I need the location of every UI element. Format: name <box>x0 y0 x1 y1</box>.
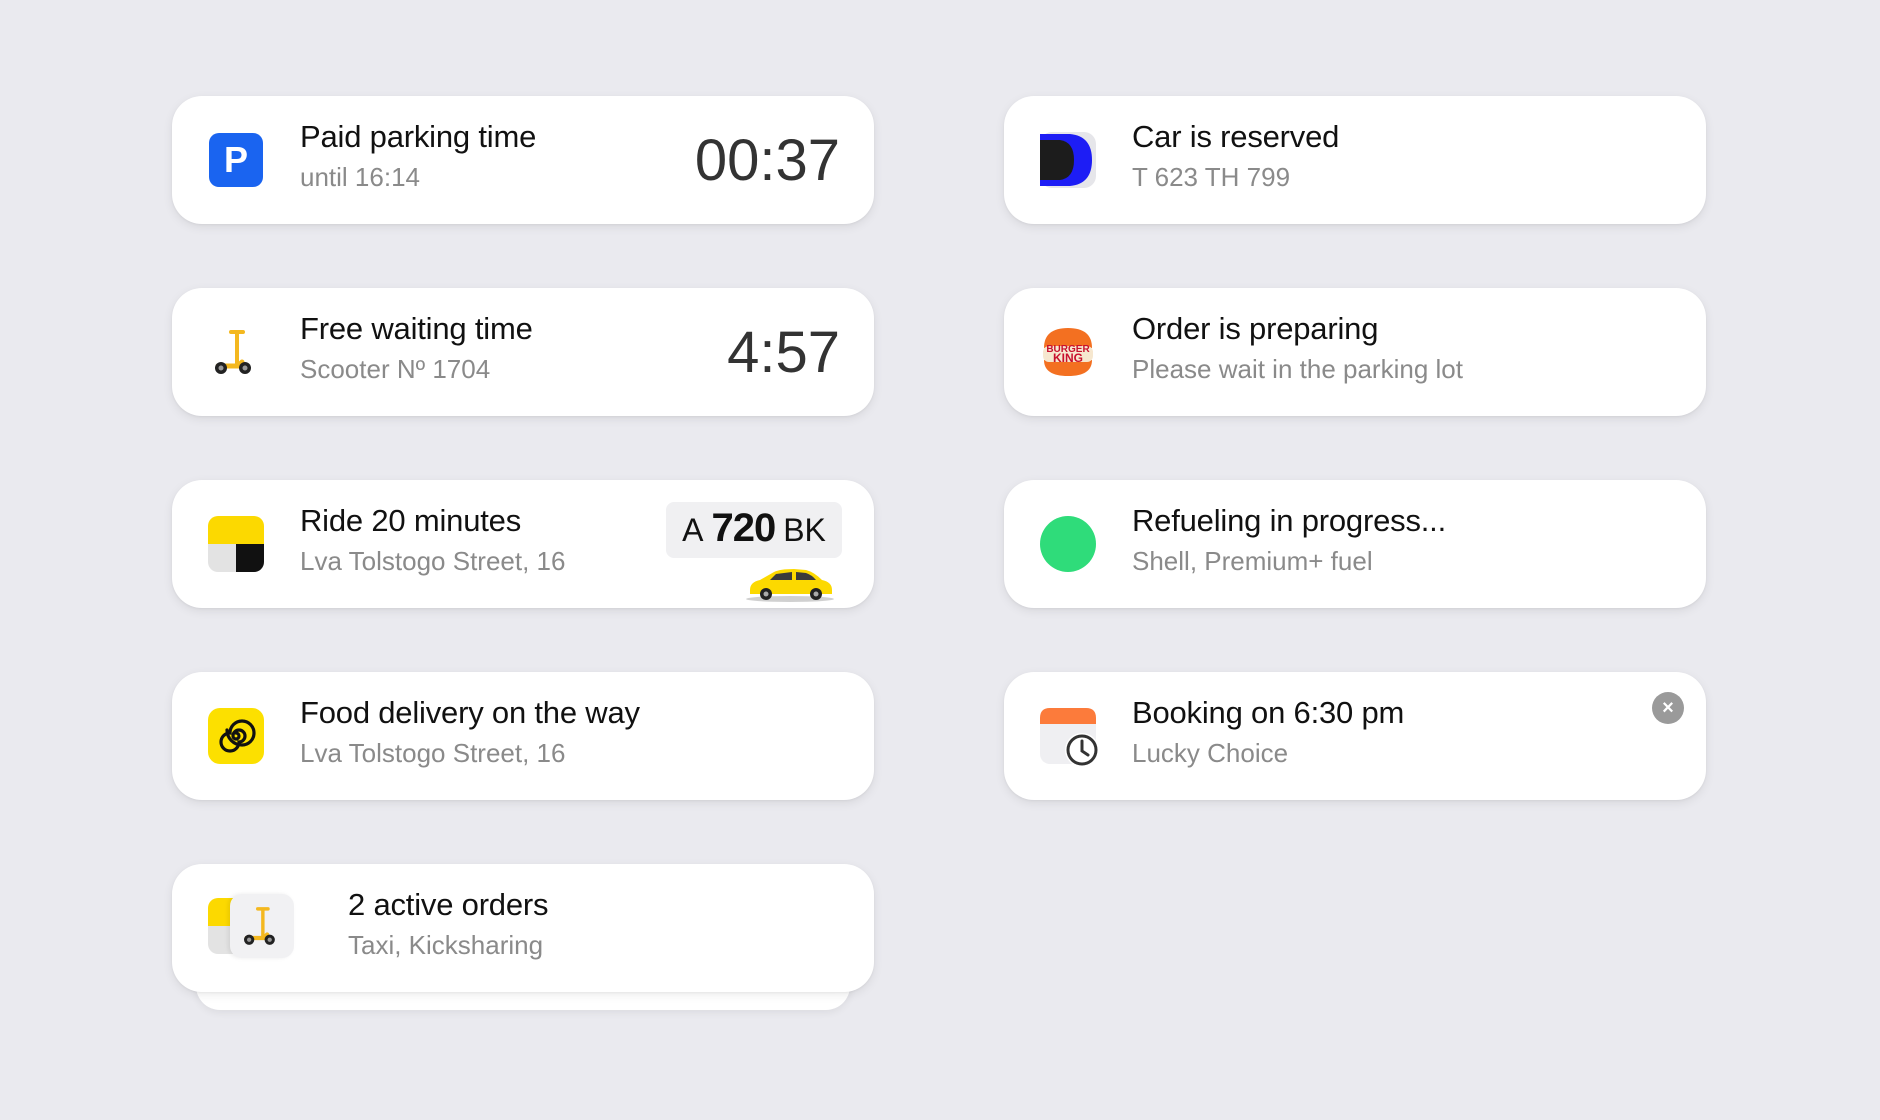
taxi-icon <box>208 516 264 572</box>
burger-text: Order is preparing Please wait in the pa… <box>1132 308 1666 388</box>
parking-timer: 00:37 <box>694 128 840 193</box>
parking-icon: P <box>208 132 264 188</box>
taxi-car-icon <box>746 569 834 602</box>
fuel-title: Refueling in progress... <box>1132 503 1446 538</box>
plate-region: BK <box>783 512 826 548</box>
multi-title: 2 active orders <box>348 887 549 922</box>
refueling-card[interactable]: Refueling in progress... Shell, Premium+… <box>1004 480 1706 608</box>
taxi-card[interactable]: Ride 20 minutes Lva Tolstogo Street, 16 … <box>172 480 874 608</box>
calendar-clock-icon <box>1040 708 1099 767</box>
carsharing-icon <box>1040 132 1096 188</box>
food-text: Food delivery on the way Lva Tolstogo St… <box>300 692 834 772</box>
burger-title: Order is preparing <box>1132 311 1379 346</box>
booking-title: Booking on 6:30 pm <box>1132 695 1405 730</box>
car-reserved-card[interactable]: Car is reserved T 623 TH 799 <box>1004 96 1706 224</box>
svg-text:KING: KING <box>1053 351 1083 365</box>
food-delivery-icon <box>208 708 264 764</box>
multi-orders-card[interactable]: 2 active orders Taxi, Kicksharing <box>172 864 874 992</box>
food-title: Food delivery on the way <box>300 695 640 730</box>
close-icon[interactable]: × <box>1652 692 1684 724</box>
burger-king-logo: BURGER KING <box>1040 324 1096 380</box>
license-plate: A 720 BK <box>666 502 842 602</box>
car-title: Car is reserved <box>1132 119 1340 154</box>
burger-order-card[interactable]: BURGER KING Order is preparing Please wa… <box>1004 288 1706 416</box>
scooter-timer: 4:57 <box>727 320 840 385</box>
multi-subtitle: Taxi, Kicksharing <box>348 930 544 960</box>
fuel-text: Refueling in progress... Shell, Premium+… <box>1132 500 1666 580</box>
booking-text: Booking on 6:30 pm Lucky Choice <box>1132 692 1666 772</box>
car-subtitle: T 623 TH 799 <box>1132 162 1291 192</box>
car-text: Car is reserved T 623 TH 799 <box>1132 116 1666 196</box>
scooter-card[interactable]: Free waiting time Scooter Nº 1704 4:57 <box>172 288 874 416</box>
fuel-subtitle: Shell, Premium+ fuel <box>1132 546 1373 576</box>
green-dot-icon <box>1040 516 1096 572</box>
plate-number: 720 <box>711 506 776 550</box>
scooter-icon <box>208 324 264 380</box>
booking-card[interactable]: Booking on 6:30 pm Lucky Choice × <box>1004 672 1706 800</box>
booking-subtitle: Lucky Choice <box>1132 738 1289 768</box>
burger-subtitle: Please wait in the parking lot <box>1132 354 1463 384</box>
food-subtitle: Lva Tolstogo Street, 16 <box>300 738 566 768</box>
multi-text: 2 active orders Taxi, Kicksharing <box>348 884 834 964</box>
taxi-and-scooter-icon <box>208 894 298 958</box>
plate-series: A <box>682 512 704 548</box>
food-card[interactable]: Food delivery on the way Lva Tolstogo St… <box>172 672 874 800</box>
parking-card[interactable]: P Paid parking time until 16:14 00:37 <box>172 96 874 224</box>
